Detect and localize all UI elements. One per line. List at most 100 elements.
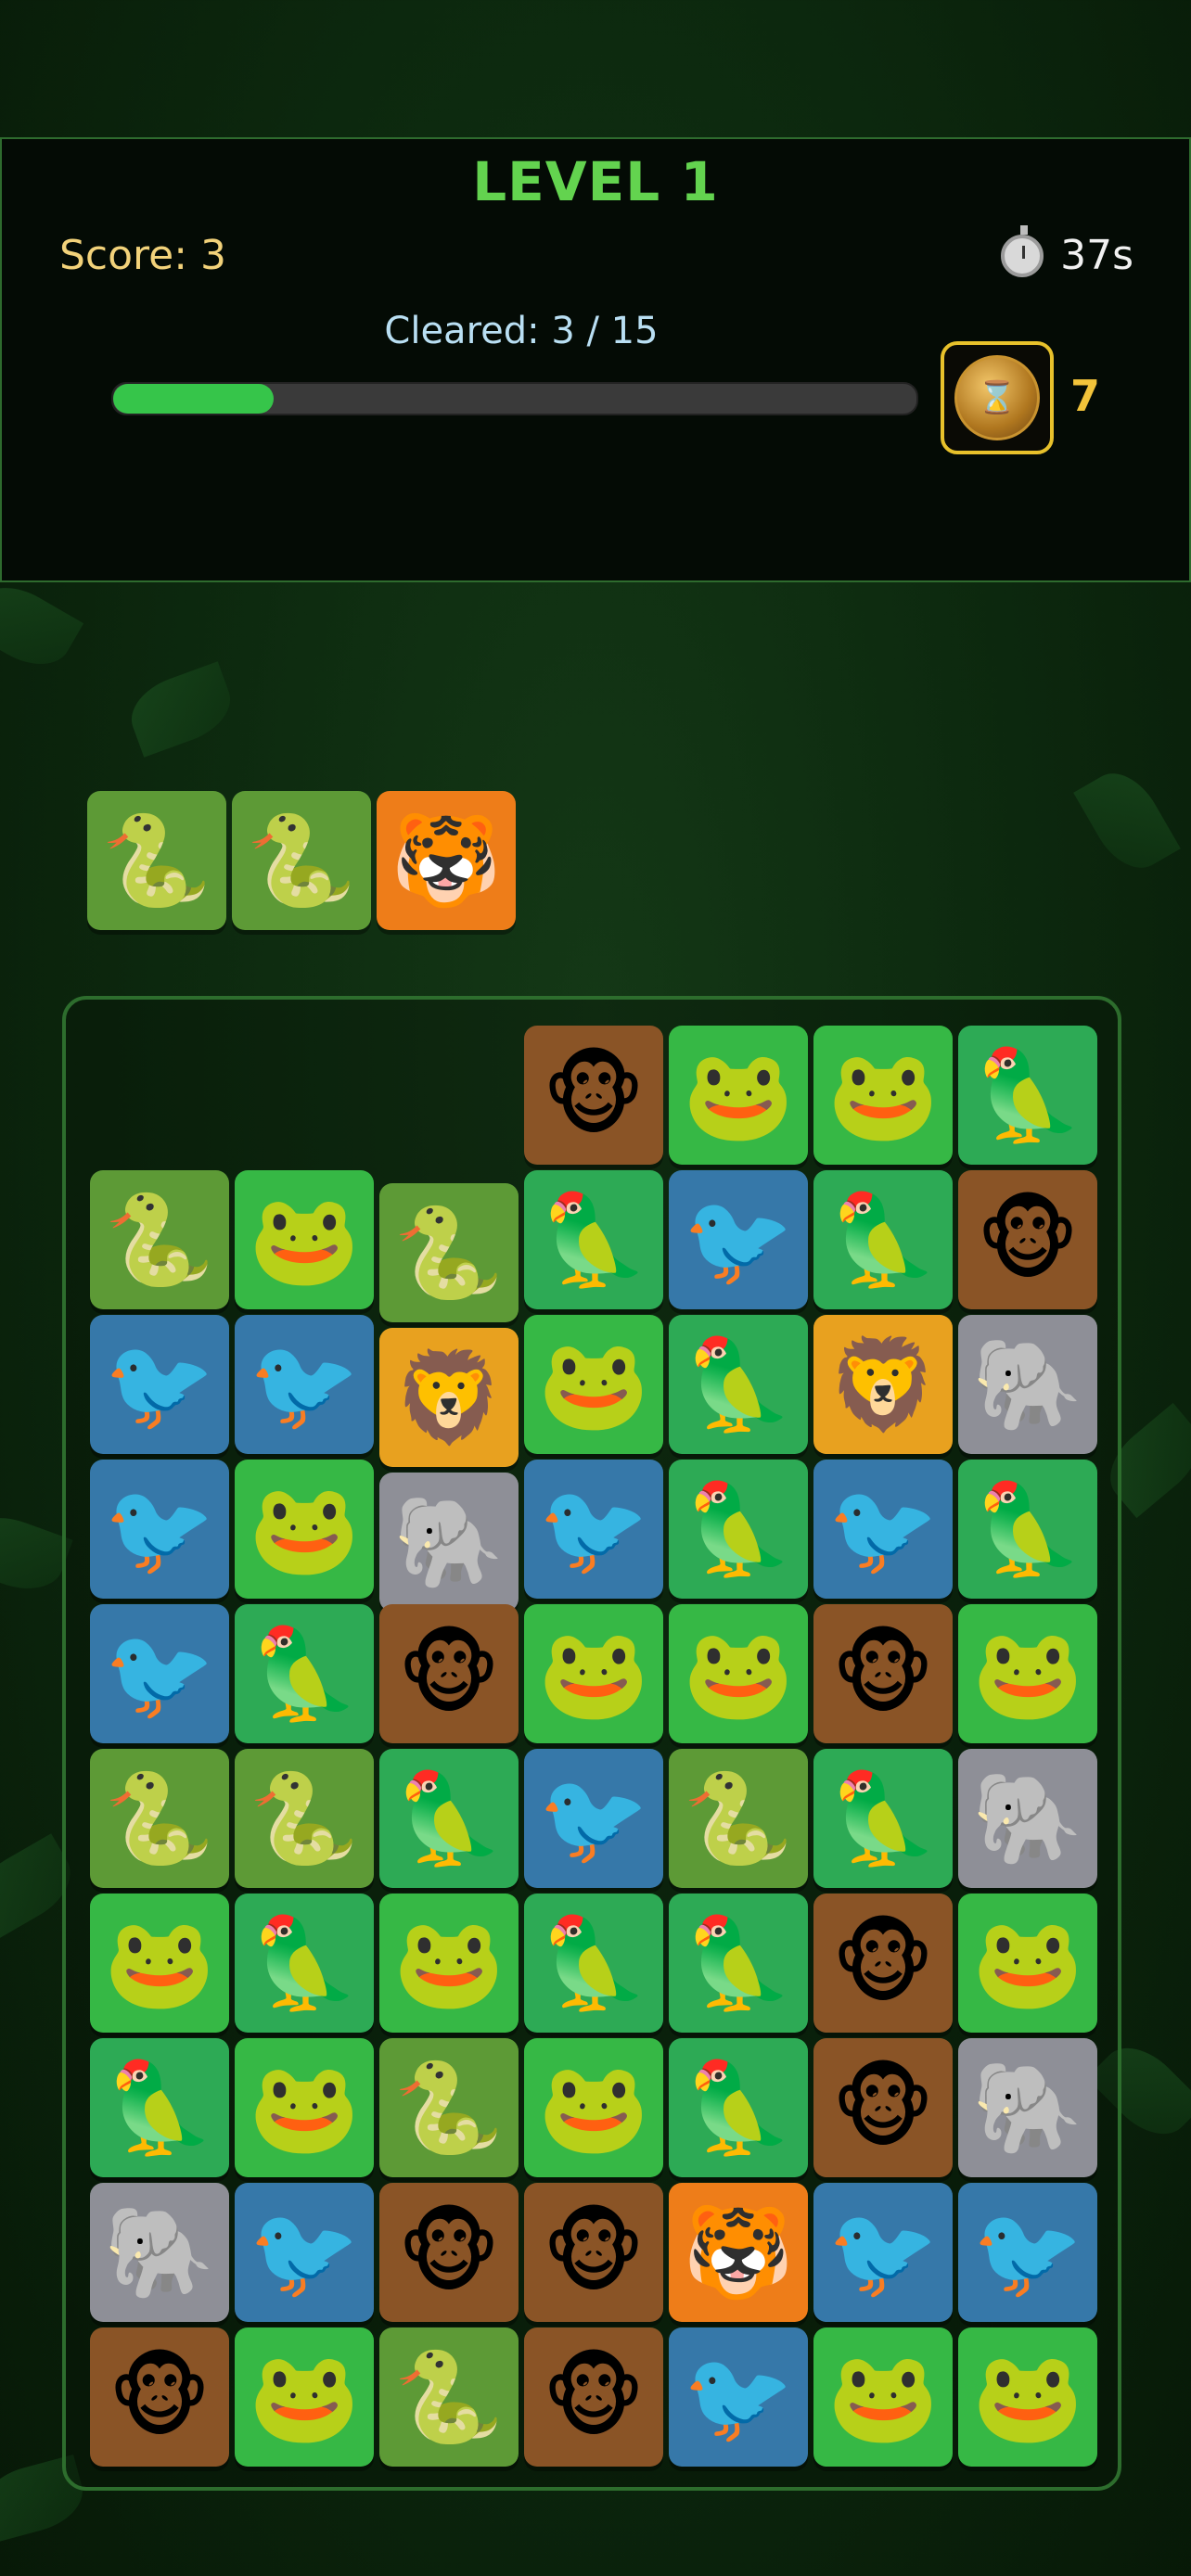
toucan-tile[interactable]: 🐦 bbox=[669, 1170, 808, 1309]
frog-tile[interactable]: 🐸 bbox=[235, 1170, 374, 1309]
leaf-decoration bbox=[122, 661, 240, 758]
parrot-tile[interactable]: 🦜 bbox=[90, 2038, 229, 2177]
toucan-tile[interactable]: 🐦 bbox=[90, 1315, 229, 1454]
parrot-icon: 🦜 bbox=[393, 1766, 505, 1870]
snake-tile[interactable]: 🐍 bbox=[90, 1749, 229, 1888]
parrot-icon: 🦜 bbox=[249, 1622, 360, 1726]
parrot-tile[interactable]: 🦜 bbox=[813, 1170, 953, 1309]
monkey-icon: 🐵 bbox=[831, 1622, 935, 1726]
toucan-tile[interactable]: 🐦 bbox=[958, 2183, 1097, 2322]
toucan-tile[interactable]: 🐦 bbox=[524, 1749, 663, 1888]
lion-tile[interactable]: 🦁 bbox=[813, 1315, 953, 1454]
monkey-tile[interactable]: 🐵 bbox=[958, 1170, 1097, 1309]
toucan-icon: 🐦 bbox=[683, 1188, 794, 1292]
parrot-tile[interactable]: 🦜 bbox=[379, 1749, 519, 1888]
frog-tile[interactable]: 🐸 bbox=[235, 2038, 374, 2177]
snake-tile[interactable]: 🐍 bbox=[379, 1183, 519, 1322]
frog-tile[interactable]: 🐸 bbox=[90, 1894, 229, 2033]
snake-icon: 🐍 bbox=[683, 1766, 794, 1870]
frog-icon: 🐸 bbox=[972, 2345, 1083, 2449]
toucan-icon: 🐦 bbox=[104, 1622, 215, 1726]
snake-tile[interactable]: 🐍 bbox=[379, 2038, 519, 2177]
stopwatch-icon bbox=[1001, 224, 1044, 277]
elephant-tile[interactable]: 🐘 bbox=[90, 2183, 229, 2322]
toucan-tile[interactable]: 🐦 bbox=[813, 2183, 953, 2322]
parrot-tile[interactable]: 🦜 bbox=[524, 1170, 663, 1309]
frog-tile[interactable]: 🐸 bbox=[524, 1604, 663, 1743]
toucan-icon: 🐦 bbox=[538, 1477, 649, 1581]
frog-tile[interactable]: 🐸 bbox=[235, 1460, 374, 1599]
toucan-tile[interactable]: 🐦 bbox=[235, 2183, 374, 2322]
frog-tile[interactable]: 🐸 bbox=[958, 2327, 1097, 2467]
parrot-tile[interactable]: 🦜 bbox=[524, 1894, 663, 2033]
parrot-icon: 🦜 bbox=[827, 1188, 939, 1292]
frog-icon: 🐸 bbox=[827, 2345, 939, 2449]
parrot-icon: 🦜 bbox=[972, 1043, 1083, 1147]
parrot-icon: 🦜 bbox=[249, 1911, 360, 2015]
monkey-tile[interactable]: 🐵 bbox=[813, 1604, 953, 1743]
elephant-tile[interactable]: 🐘 bbox=[958, 2038, 1097, 2177]
frog-tile[interactable]: 🐸 bbox=[669, 1026, 808, 1165]
parrot-tile[interactable]: 🦜 bbox=[669, 2038, 808, 2177]
frog-tile[interactable]: 🐸 bbox=[235, 2327, 374, 2467]
parrot-tile[interactable]: 🦜 bbox=[958, 1460, 1097, 1599]
monkey-tile[interactable]: 🐵 bbox=[524, 2327, 663, 2467]
snake-tile: 🐍 bbox=[232, 791, 371, 930]
frog-tile[interactable]: 🐸 bbox=[524, 2038, 663, 2177]
parrot-tile[interactable]: 🦜 bbox=[669, 1460, 808, 1599]
frog-tile[interactable]: 🐸 bbox=[813, 2327, 953, 2467]
cleared-counter: Cleared: 3 / 15 bbox=[384, 310, 659, 352]
snake-tile: 🐍 bbox=[87, 791, 226, 930]
parrot-tile[interactable]: 🦜 bbox=[669, 1894, 808, 2033]
timer-value: 37s bbox=[1060, 232, 1133, 279]
hourglass-coin-icon: ⌛ bbox=[954, 355, 1040, 440]
elephant-tile[interactable]: 🐘 bbox=[958, 1315, 1097, 1454]
frog-tile[interactable]: 🐸 bbox=[813, 1026, 953, 1165]
toucan-tile[interactable]: 🐦 bbox=[235, 1315, 374, 1454]
toucan-tile[interactable]: 🐦 bbox=[524, 1460, 663, 1599]
parrot-icon: 🦜 bbox=[827, 1766, 939, 1870]
toucan-tile[interactable]: 🐦 bbox=[90, 1460, 229, 1599]
toucan-tile[interactable]: 🐦 bbox=[90, 1604, 229, 1743]
frog-tile[interactable]: 🐸 bbox=[669, 1604, 808, 1743]
parrot-tile[interactable]: 🦜 bbox=[813, 1749, 953, 1888]
parrot-tile[interactable]: 🦜 bbox=[669, 1315, 808, 1454]
parrot-tile[interactable]: 🦜 bbox=[958, 1026, 1097, 1165]
lion-tile[interactable]: 🦁 bbox=[379, 1328, 519, 1467]
toucan-tile[interactable]: 🐦 bbox=[813, 1460, 953, 1599]
elephant-tile[interactable]: 🐘 bbox=[379, 1473, 519, 1612]
elephant-icon: 🐘 bbox=[104, 2200, 215, 2304]
frog-tile[interactable]: 🐸 bbox=[958, 1894, 1097, 2033]
tiger-tile: 🐯 bbox=[377, 791, 516, 930]
monkey-tile[interactable]: 🐵 bbox=[90, 2327, 229, 2467]
monkey-tile[interactable]: 🐵 bbox=[813, 2038, 953, 2177]
snake-tile[interactable]: 🐍 bbox=[669, 1749, 808, 1888]
snake-tile[interactable]: 🐍 bbox=[90, 1170, 229, 1309]
frog-tile[interactable]: 🐸 bbox=[958, 1604, 1097, 1743]
tiger-tile[interactable]: 🐯 bbox=[669, 2183, 808, 2322]
monkey-tile[interactable]: 🐵 bbox=[524, 2183, 663, 2322]
monkey-icon: 🐵 bbox=[831, 2056, 935, 2160]
tiger-icon: 🐯 bbox=[683, 2200, 794, 2304]
frog-icon: 🐸 bbox=[972, 1622, 1083, 1726]
snake-tile[interactable]: 🐍 bbox=[235, 1749, 374, 1888]
monkey-icon: 🐵 bbox=[397, 1622, 501, 1726]
snake-tile[interactable]: 🐍 bbox=[379, 2327, 519, 2467]
progress-fill bbox=[113, 384, 275, 414]
monkey-icon: 🐵 bbox=[542, 2345, 646, 2449]
toucan-tile[interactable]: 🐦 bbox=[669, 2327, 808, 2467]
monkey-tile[interactable]: 🐵 bbox=[813, 1894, 953, 2033]
monkey-tile[interactable]: 🐵 bbox=[379, 1604, 519, 1743]
parrot-icon: 🦜 bbox=[683, 2056, 794, 2160]
monkey-tile[interactable]: 🐵 bbox=[524, 1026, 663, 1165]
tiger-icon: 🐯 bbox=[391, 809, 502, 912]
frog-tile[interactable]: 🐸 bbox=[379, 1894, 519, 2033]
snake-icon: 🐍 bbox=[393, 1201, 505, 1305]
parrot-tile[interactable]: 🦜 bbox=[235, 1604, 374, 1743]
elephant-tile[interactable]: 🐘 bbox=[958, 1749, 1097, 1888]
monkey-tile[interactable]: 🐵 bbox=[379, 2183, 519, 2322]
frog-icon: 🐸 bbox=[249, 1188, 360, 1292]
parrot-tile[interactable]: 🦜 bbox=[235, 1894, 374, 2033]
frog-tile[interactable]: 🐸 bbox=[524, 1315, 663, 1454]
hourglass-powerup-button[interactable]: ⌛ bbox=[941, 341, 1054, 454]
